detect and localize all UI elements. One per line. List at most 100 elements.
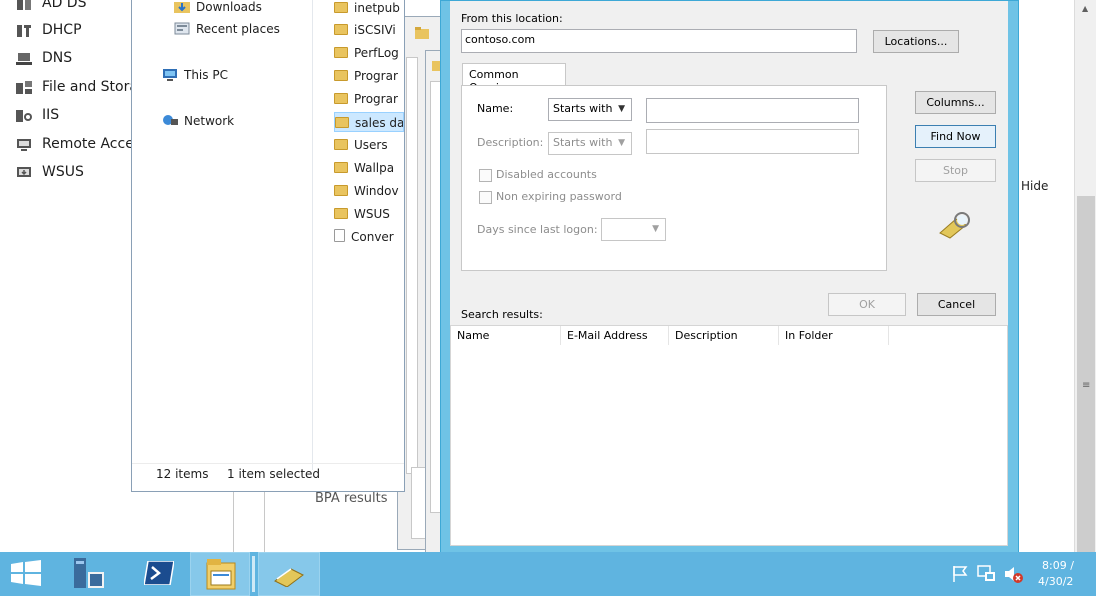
locations-button[interactable]: Locations... [873,30,959,53]
start-icon [11,560,41,586]
file-row[interactable]: Prograr [334,89,404,109]
file-name: sales da [355,116,404,130]
this-pc-icon [163,69,177,81]
disabled-accounts-checkbox[interactable] [479,169,492,182]
nav-item-label: Downloads [196,0,262,14]
document-icon [334,229,345,242]
folder-icon [334,24,348,35]
nav-item-recent-places[interactable]: Recent places [174,22,280,36]
sm-divider [264,491,265,552]
file-row[interactable]: sales da [334,112,404,132]
column-header-in-folder[interactable]: In Folder [779,326,889,345]
folder-icon [334,47,348,58]
powershell-icon [144,561,174,585]
column-header-email[interactable]: E-Mail Address [561,326,669,345]
hide-link[interactable]: Hide [1021,179,1048,193]
status-selected-count: 1 item selected [227,467,321,481]
search-results-list[interactable]: Name E-Mail Address Description In Folde… [450,325,1008,546]
explorer-status-bar: 12 items 1 item selected [132,463,404,484]
clock-date[interactable]: 4/30/2 [1038,575,1073,588]
columns-button[interactable]: Columns... [915,91,996,114]
folder-icon [334,70,348,81]
bpa-results-label: BPA results [315,491,388,506]
sm-nav-label: Remote Acce [42,136,134,152]
file-row[interactable]: iSCSIVi [334,20,404,40]
sm-nav-label: WSUS [42,164,84,180]
nav-item-network[interactable]: Network [162,114,234,128]
days-since-logon-select[interactable]: ▼ [601,218,666,241]
file-row[interactable]: Windov [334,181,404,201]
sm-nav-item-iis[interactable]: IIS [0,104,140,130]
folder-icon [334,185,348,196]
recent-places-icon [174,22,190,35]
taskbar-powershell[interactable] [130,552,186,596]
description-mode-value: Starts with [553,136,613,149]
file-row[interactable]: Prograr [334,66,404,86]
cancel-button[interactable]: Cancel [917,293,996,316]
dns-icon [16,53,32,65]
scroll-grip-icon: ≡ [1082,380,1091,391]
non-expiring-label: Non expiring password [496,190,622,203]
nav-item-label: Recent places [196,22,280,36]
file-name: PerfLog [354,46,399,60]
file-row[interactable]: WSUS [334,204,404,224]
stop-button[interactable]: Stop [915,159,996,182]
chevron-down-icon: ▼ [618,138,625,148]
start-button[interactable] [0,552,52,596]
tab-common-queries[interactable]: Common Queries [462,63,566,94]
ok-button[interactable]: OK [828,293,906,316]
volume-muted-icon[interactable] [1003,564,1023,584]
sm-nav-item-ad-ds[interactable]: AD DS [0,0,140,18]
description-input[interactable] [646,129,859,154]
name-input[interactable] [646,98,859,123]
file-row[interactable]: Users [334,135,404,155]
folder-icon [335,117,349,128]
taskbar-file-explorer[interactable] [190,552,250,596]
taskbar: 8:09 / 4/30/2 [0,552,1096,596]
file-row[interactable]: Conver [334,227,404,247]
action-center-flag-icon[interactable] [951,565,969,583]
server-manager-icon [74,558,104,588]
folder-icon [334,208,348,219]
taskbar-server-manager[interactable] [60,552,118,596]
file-name: Wallpa [354,161,395,175]
nav-item-downloads[interactable]: Downloads [174,0,262,14]
sm-nav-item-dns[interactable]: DNS [0,47,140,73]
description-mode-select[interactable]: Starts with ▼ [548,132,632,155]
file-row[interactable]: inetpub [334,0,404,18]
nav-item-this-pc[interactable]: This PC [162,68,228,82]
search-results-label: Search results: [461,308,543,321]
vertical-scrollbar[interactable]: ▲ ≡ ▼ [1074,0,1096,596]
sm-nav-item-dhcp[interactable]: DHCP [0,19,140,45]
nav-item-label: Network [184,114,235,128]
find-now-button[interactable]: Find Now [915,125,996,148]
name-mode-select[interactable]: Starts with ▼ [548,98,632,121]
sm-nav-item-file-storage[interactable]: File and Stora [0,76,140,102]
file-row[interactable]: Wallpa [334,158,404,178]
column-header-name[interactable]: Name [451,326,561,345]
file-row[interactable]: PerfLog [334,43,404,63]
search-flashlight-icon [939,212,970,239]
network-tray-icon[interactable] [977,564,997,584]
sm-nav-label: DHCP [42,22,82,38]
clock-time[interactable]: 8:09 / [1042,559,1074,572]
taskbar-find-users[interactable] [258,552,320,596]
column-header-description[interactable]: Description [669,326,779,345]
file-name: Conver [351,230,394,244]
sm-nav-item-wsus[interactable]: WSUS [0,161,140,187]
sm-nav-item-remote-access[interactable]: Remote Acce [0,133,140,159]
scroll-up-arrow-icon[interactable]: ▲ [1082,4,1088,13]
location-field[interactable]: contoso.com [461,29,857,53]
file-name: WSUS [354,207,390,221]
chevron-down-icon: ▼ [652,224,659,234]
nav-item-label: This PC [184,68,228,82]
wsus-icon [17,167,31,177]
file-explorer-window[interactable]: Downloads Recent places This PC Network … [131,0,405,492]
dialog-body: From this location: contoso.com Location… [450,1,1008,546]
find-users-dialog[interactable]: From this location: contoso.com Location… [440,0,1019,554]
non-expiring-checkbox[interactable] [479,191,492,204]
sm-nav-label: AD DS [42,0,87,11]
status-item-count: 12 items [156,467,209,481]
server-manager-nav: AD DS DHCP DNS File and Stora IIS Remote… [0,0,140,556]
chevron-down-icon: ▼ [618,104,625,114]
